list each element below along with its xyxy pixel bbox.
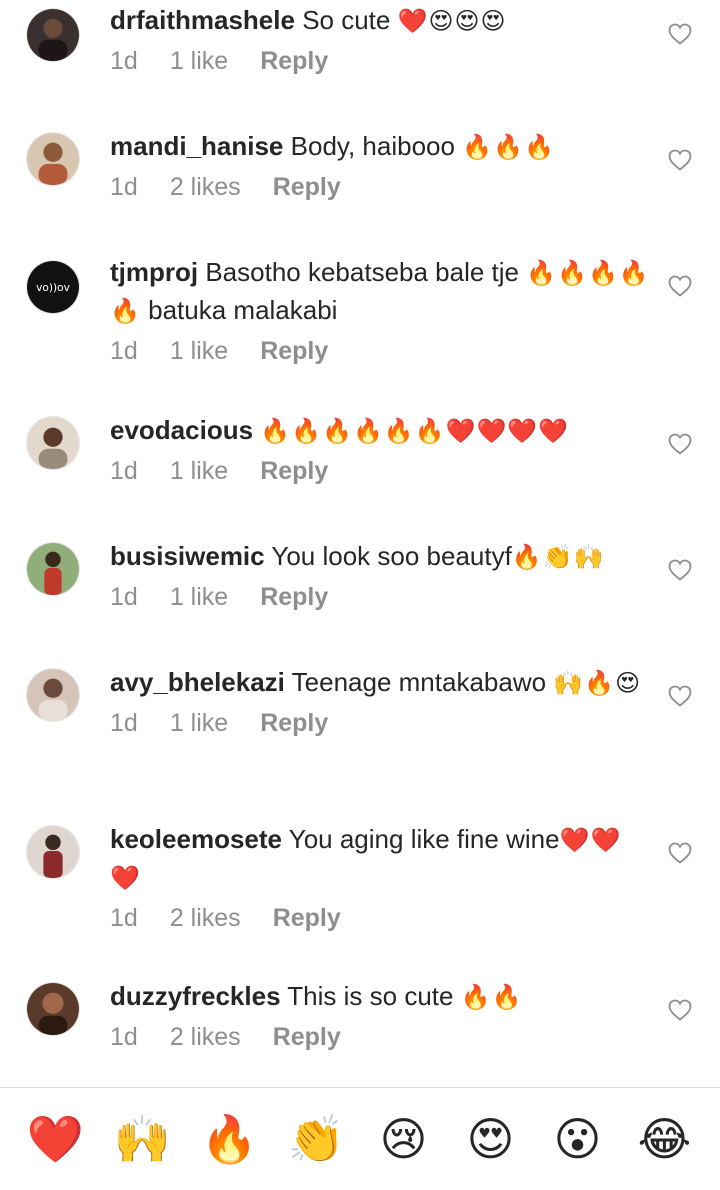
reply-button[interactable]: Reply: [260, 457, 328, 486]
comment-meta: 1d 1 like Reply: [110, 583, 650, 612]
comment-message-continued: batuka malakabi: [148, 295, 338, 325]
reply-button[interactable]: Reply: [260, 47, 328, 76]
like-heart-icon[interactable]: [668, 559, 692, 581]
comment-message: Basotho kebatseba bale tje: [205, 257, 520, 287]
comment-time: 1d: [110, 709, 138, 737]
comment-meta: 1d 2 likes Reply: [110, 904, 650, 933]
like-heart-icon[interactable]: [668, 23, 692, 45]
comment-likes[interactable]: 2 likes: [170, 173, 241, 202]
comment-emoji: 🙌🔥😍: [553, 669, 642, 697]
comment-message-continued: wine: [506, 824, 560, 854]
comment-emoji: 🔥🔥: [460, 983, 523, 1011]
svg-text:vo))ov: vo))ov: [36, 282, 70, 294]
like-heart-icon[interactable]: [668, 685, 692, 707]
like-heart-icon[interactable]: [668, 275, 692, 297]
reply-button[interactable]: Reply: [273, 1023, 341, 1052]
comment-text: mandi_hanise Body, haibooo 🔥🔥🔥: [110, 128, 650, 166]
comment-text: evodacious 🔥🔥🔥🔥🔥🔥❤️❤️❤️❤️: [110, 412, 650, 450]
comment-text: avy_bhelekazi Teenage mntakabawo 🙌🔥😍: [110, 664, 650, 702]
fire-reaction-icon[interactable]: 🔥: [199, 1108, 261, 1170]
comment-meta: 1d 2 likes Reply: [110, 173, 650, 202]
comment-message: You aging like fine: [288, 824, 499, 854]
comment-emoji: 🔥🔥🔥: [462, 133, 555, 161]
comment-meta: 1d 1 like Reply: [110, 337, 650, 366]
comment-emoji: 🔥🔥🔥🔥🔥🔥❤️❤️❤️❤️: [260, 417, 570, 445]
comment-text: tjmproj Basotho kebatseba bale tje 🔥🔥🔥🔥🔥…: [110, 254, 650, 330]
like-heart-icon[interactable]: [668, 433, 692, 455]
comment-likes[interactable]: 2 likes: [170, 904, 241, 933]
comment-username[interactable]: drfaithmashele: [110, 5, 295, 35]
avatar[interactable]: [26, 8, 80, 62]
clapping-hands-reaction-icon[interactable]: 👏: [286, 1108, 348, 1170]
comment-meta: 1d 1 like Reply: [110, 709, 650, 738]
like-heart-icon[interactable]: [668, 842, 692, 864]
comment-emoji: ❤️😍😍😍: [397, 7, 507, 35]
comment-message: Teenage mntakabawo: [291, 667, 547, 697]
raising-hands-reaction-icon[interactable]: 🙌: [112, 1108, 174, 1170]
comment-time: 1d: [110, 904, 138, 932]
comment-meta: 1d 2 likes Reply: [110, 1023, 650, 1052]
comment-message: This is so cute: [287, 981, 454, 1011]
comment-message: You look soo beautyf: [271, 541, 512, 571]
tears-of-joy-reaction-icon[interactable]: 😂: [634, 1108, 696, 1170]
quick-reaction-bar: ❤️ 🙌 🔥 👏 😢 😍 😮 😂: [0, 1088, 720, 1190]
red-heart-reaction-icon[interactable]: ❤️: [25, 1108, 87, 1170]
comment-likes[interactable]: 1 like: [170, 47, 228, 76]
reply-button[interactable]: Reply: [260, 337, 328, 366]
comment-meta: 1d 1 like Reply: [110, 47, 650, 76]
comment-emoji: 🔥👏🙌: [511, 543, 605, 571]
heart-eyes-reaction-icon[interactable]: 😍: [460, 1108, 522, 1170]
reply-button[interactable]: Reply: [273, 904, 341, 933]
comment-time: 1d: [110, 583, 138, 611]
comment-text: busisiwemic You look soo beautyf🔥👏🙌: [110, 538, 650, 576]
comment-username[interactable]: tjmproj: [110, 257, 198, 287]
comment-time: 1d: [110, 173, 138, 201]
comment-username[interactable]: keoleemosete: [110, 824, 282, 854]
comment-message: Body, haibooo: [290, 131, 455, 161]
comment-username[interactable]: evodacious: [110, 415, 253, 445]
avatar[interactable]: [26, 668, 80, 722]
comment-text: drfaithmashele So cute ❤️😍😍😍: [110, 2, 650, 40]
avatar[interactable]: [26, 416, 80, 470]
avatar[interactable]: [26, 825, 80, 879]
comment-likes[interactable]: 1 like: [170, 337, 228, 366]
avatar[interactable]: [26, 542, 80, 596]
comment-username[interactable]: avy_bhelekazi: [110, 667, 285, 697]
comment-username[interactable]: busisiwemic: [110, 541, 265, 571]
comment-message: So cute: [302, 5, 391, 35]
reply-button[interactable]: Reply: [273, 173, 341, 202]
surprised-face-reaction-icon[interactable]: 😮: [547, 1108, 609, 1170]
like-heart-icon[interactable]: [668, 149, 692, 171]
comment-username[interactable]: mandi_hanise: [110, 131, 283, 161]
comment-time: 1d: [110, 47, 138, 75]
reply-button[interactable]: Reply: [260, 709, 328, 738]
comment-likes[interactable]: 1 like: [170, 709, 228, 738]
avatar[interactable]: [26, 982, 80, 1036]
comment-text: duzzyfreckles This is so cute 🔥🔥: [110, 978, 650, 1016]
comment-time: 1d: [110, 457, 138, 485]
crying-face-reaction-icon[interactable]: 😢: [373, 1108, 435, 1170]
comment-likes[interactable]: 1 like: [170, 457, 228, 486]
comment-meta: 1d 1 like Reply: [110, 457, 650, 486]
avatar[interactable]: [26, 132, 80, 186]
comment-likes[interactable]: 2 likes: [170, 1023, 241, 1052]
comment-text: keoleemosete You aging like fine wine❤️❤…: [110, 821, 650, 897]
comment-likes[interactable]: 1 like: [170, 583, 228, 612]
comment-time: 1d: [110, 337, 138, 365]
like-heart-icon[interactable]: [668, 999, 692, 1021]
avatar[interactable]: vo))ov: [26, 260, 80, 314]
reply-button[interactable]: Reply: [260, 583, 328, 612]
comment-time: 1d: [110, 1023, 138, 1051]
comment-username[interactable]: duzzyfreckles: [110, 981, 281, 1011]
